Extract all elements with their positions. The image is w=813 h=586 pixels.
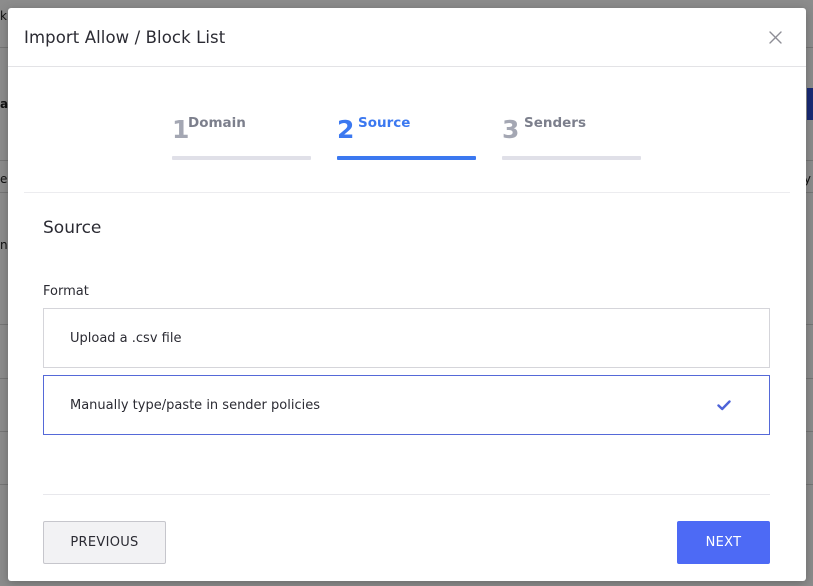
close-button[interactable]	[764, 26, 786, 48]
step-label: Domain	[188, 115, 246, 131]
step-domain[interactable]: 1 Domain	[172, 113, 311, 163]
import-modal: Import Allow / Block List 1 Domain 2 Sou…	[8, 8, 806, 581]
stepper: 1 Domain 2 Source 3 Senders	[172, 113, 667, 163]
close-icon	[768, 30, 782, 44]
step-progress-bar	[172, 156, 311, 160]
previous-button[interactable]: PREVIOUS	[43, 521, 166, 564]
option-label: Upload a .csv file	[70, 330, 182, 346]
step-progress-bar	[502, 156, 641, 160]
modal-title: Import Allow / Block List	[24, 27, 226, 47]
stepper-divider	[24, 192, 790, 193]
step-label: Source	[358, 115, 411, 131]
step-number: 1	[172, 115, 190, 144]
format-label: Format	[43, 284, 89, 299]
step-progress-bar	[337, 156, 476, 160]
option-upload-csv[interactable]: Upload a .csv file	[43, 308, 770, 368]
checkmark-icon	[717, 399, 731, 410]
option-label: Manually type/paste in sender policies	[70, 397, 320, 413]
modal-header: Import Allow / Block List	[8, 8, 806, 67]
footer-divider	[43, 494, 770, 495]
option-manual-entry[interactable]: Manually type/paste in sender policies	[43, 375, 770, 435]
step-label: Senders	[524, 115, 587, 131]
step-senders[interactable]: 3 Senders	[502, 113, 641, 163]
step-number: 2	[337, 115, 355, 144]
step-source[interactable]: 2 Source	[337, 113, 476, 163]
step-number: 3	[502, 115, 520, 144]
section-title: Source	[43, 218, 102, 238]
next-button[interactable]: NEXT	[677, 521, 770, 564]
